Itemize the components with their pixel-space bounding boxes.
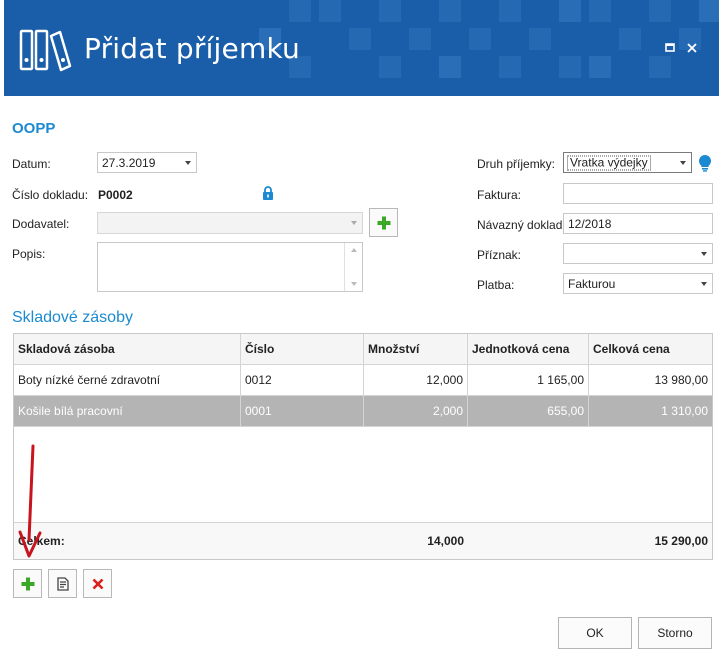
platba-value: Fakturou bbox=[568, 276, 616, 291]
window-title: Přidat příjemku bbox=[84, 32, 300, 65]
priznak-label: Příznak: bbox=[477, 248, 522, 262]
plus-icon bbox=[377, 216, 390, 229]
cell-skladova-zasoba: Boty nízké černé zdravotní bbox=[14, 365, 241, 395]
plus-icon bbox=[21, 577, 34, 590]
druh-prijemky-select[interactable]: Vratka výdejky bbox=[563, 152, 692, 173]
annotation-arrow bbox=[18, 444, 42, 558]
datum-value: 27.3.2019 bbox=[102, 155, 156, 170]
chevron-down-icon[interactable] bbox=[701, 251, 707, 256]
navazny-doklad-input[interactable]: 12/2018 bbox=[563, 213, 713, 234]
table-row[interactable]: Boty nízké černé zdravotní 0012 12,000 1… bbox=[14, 365, 712, 396]
cell-celkova-cena: 1 310,00 bbox=[661, 404, 708, 418]
grid-footer: Celkem: 14,000 15 290,00 bbox=[14, 522, 712, 559]
section-title-skladove-zasoby: Skladové zásoby bbox=[12, 309, 133, 326]
lightbulb-icon[interactable] bbox=[698, 154, 712, 172]
cell-mnozstvi: 12,000 bbox=[364, 365, 468, 395]
title-bar-pattern bbox=[259, 0, 719, 78]
cell-mnozstvi: 2,000 bbox=[364, 396, 468, 426]
cell-jednotkova-cena: 655,00 bbox=[468, 396, 589, 426]
faktura-label: Faktura: bbox=[477, 188, 522, 202]
column-header-mnozstvi[interactable]: Množství bbox=[364, 334, 468, 364]
cell-skladova-zasoba: Košile bílá pracovní bbox=[14, 396, 241, 426]
druh-prijemky-value: Vratka výdejky bbox=[567, 155, 651, 170]
druh-prijemky-label: Druh příjemky: bbox=[477, 157, 556, 171]
popis-label: Popis: bbox=[12, 247, 46, 261]
faktura-input[interactable] bbox=[563, 183, 713, 204]
title-bar: Přidat příjemku bbox=[4, 0, 719, 96]
cell-cislo: 0001 bbox=[241, 396, 364, 426]
column-header-cislo[interactable]: Číslo bbox=[241, 334, 364, 364]
stock-grid[interactable]: Skladová zásoba Číslo Množství Jednotkov… bbox=[13, 333, 713, 560]
section-title-oopp: OOPP bbox=[12, 120, 56, 137]
platba-label: Platba: bbox=[477, 278, 515, 292]
cislo-dokladu-label: Číslo dokladu: bbox=[12, 188, 89, 202]
close-icon[interactable] bbox=[684, 40, 700, 56]
document-edit-icon bbox=[56, 576, 69, 591]
footer-label: Celkem: bbox=[18, 534, 65, 548]
ok-button[interactable]: OK bbox=[558, 617, 632, 649]
column-header-skladova-zasoba[interactable]: Skladová zásoba bbox=[14, 334, 241, 364]
lock-icon bbox=[263, 186, 273, 200]
cell-celkova-cena: 13 980,00 bbox=[654, 373, 708, 387]
dodavatel-label: Dodavatel: bbox=[12, 217, 70, 231]
scroll-down-icon[interactable] bbox=[351, 282, 357, 286]
grid-header: Skladová zásoba Číslo Množství Jednotkov… bbox=[14, 334, 712, 365]
popis-textarea[interactable] bbox=[97, 242, 363, 292]
datum-datepicker[interactable]: 27.3.2019 bbox=[97, 152, 197, 173]
footer-celkova-total: 15 290,00 bbox=[654, 534, 708, 548]
navazny-doklad-label: Návazný doklad: bbox=[477, 218, 566, 232]
dodavatel-select[interactable] bbox=[97, 212, 363, 234]
edit-item-button[interactable] bbox=[48, 569, 77, 598]
chevron-down-icon[interactable] bbox=[351, 221, 357, 225]
cislo-dokladu-value: P0002 bbox=[98, 188, 133, 202]
add-supplier-button[interactable] bbox=[369, 208, 398, 237]
navazny-doklad-value: 12/2018 bbox=[568, 216, 612, 231]
scroll-up-icon[interactable] bbox=[351, 248, 357, 252]
table-row-selected[interactable]: Košile bílá pracovní 0001 2,000 655,00 1… bbox=[14, 396, 712, 427]
delete-x-icon bbox=[92, 578, 103, 589]
column-header-jednotkova-cena[interactable]: Jednotková cena bbox=[468, 334, 589, 364]
storno-button[interactable]: Storno bbox=[638, 617, 712, 649]
maximize-icon[interactable] bbox=[662, 40, 678, 56]
column-header-celkova-cena[interactable]: Celková cena bbox=[589, 334, 712, 364]
priznak-select[interactable] bbox=[563, 243, 713, 264]
footer-mnozstvi-total: 14,000 bbox=[427, 534, 464, 548]
chevron-down-icon[interactable] bbox=[680, 160, 686, 165]
cell-cislo: 0012 bbox=[241, 365, 364, 395]
binders-icon bbox=[19, 29, 72, 72]
textarea-scrollbar[interactable] bbox=[344, 243, 345, 291]
add-item-button[interactable] bbox=[13, 569, 42, 598]
cell-jednotkova-cena: 1 165,00 bbox=[468, 365, 589, 395]
chevron-down-icon[interactable] bbox=[701, 281, 707, 286]
datum-label: Datum: bbox=[12, 157, 51, 171]
delete-item-button[interactable] bbox=[83, 569, 112, 598]
platba-select[interactable]: Fakturou bbox=[563, 273, 713, 294]
chevron-down-icon[interactable] bbox=[185, 160, 191, 165]
